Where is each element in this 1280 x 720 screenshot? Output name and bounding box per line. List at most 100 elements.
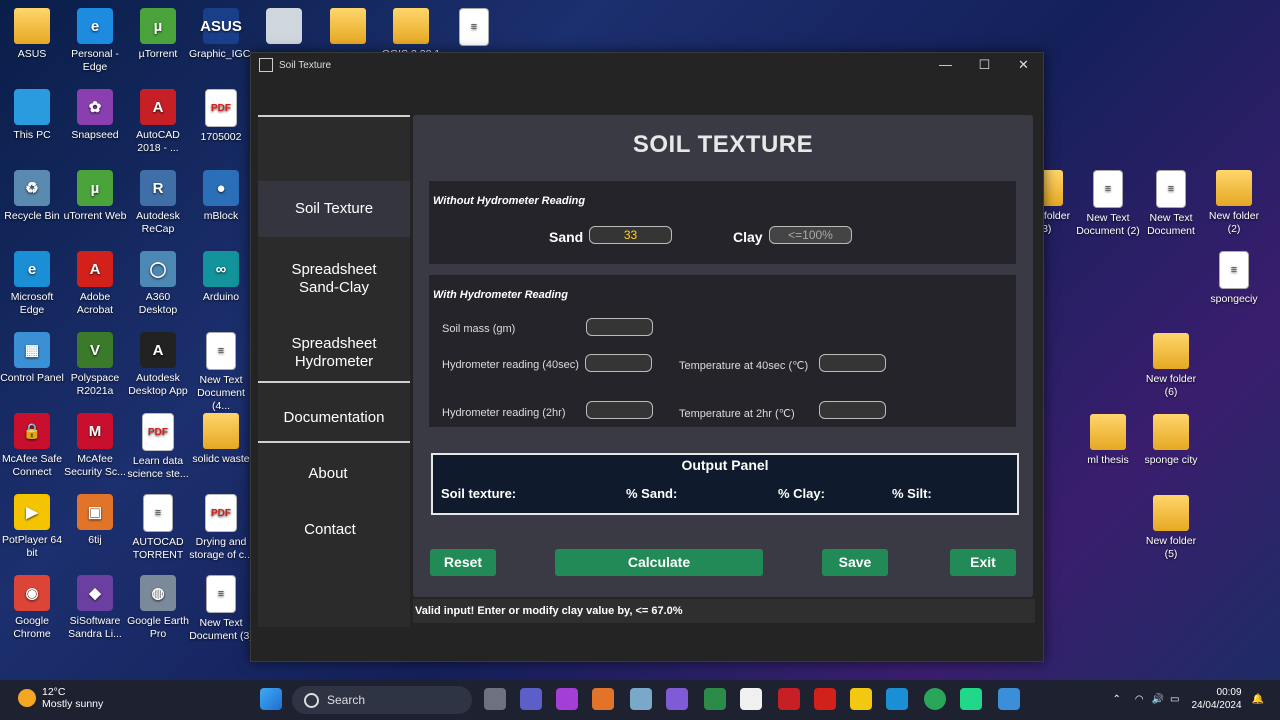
app-icon: 🔒 xyxy=(14,413,50,449)
document-icon[interactable] xyxy=(740,688,762,710)
app-circle-icon[interactable] xyxy=(924,688,946,710)
desktop-icon[interactable]: A Adobe Acrobat xyxy=(63,251,127,317)
pycharm-icon[interactable] xyxy=(960,688,982,710)
desktop-icon[interactable]: ml thesis xyxy=(1076,414,1140,467)
clay-input[interactable]: <=100% xyxy=(769,226,852,244)
teams-icon[interactable] xyxy=(520,688,542,710)
desktop-icon[interactable] xyxy=(316,8,380,48)
desktop-icon[interactable]: A AutoCAD 2018 - ... xyxy=(126,89,190,155)
desktop-icon-label: Autodesk ReCap xyxy=(136,210,180,235)
desktop-icon[interactable]: ▣ 6tij xyxy=(63,494,127,547)
hydrometer-2hr-input[interactable] xyxy=(586,401,653,419)
desktop-icon[interactable]: ≡ New Text Document (3) xyxy=(189,575,253,643)
desktop-icon[interactable]: New folder (5) xyxy=(1139,495,1203,561)
wifi-icon[interactable]: ◠ xyxy=(1135,694,1144,705)
desktop-icon[interactable]: ▶ PotPlayer 64 bit xyxy=(0,494,64,560)
save-button[interactable]: Save xyxy=(822,549,888,576)
pdf-reader-icon[interactable] xyxy=(814,688,836,710)
sidebar-item-soil-texture[interactable]: Soil Texture xyxy=(258,181,410,237)
desktop-icon[interactable]: ASUS xyxy=(0,8,64,61)
weather-widget[interactable]: 12°C Mostly sunny xyxy=(18,686,103,710)
desktop-icon[interactable]: e Personal - Edge xyxy=(63,8,127,74)
desktop-icon[interactable]: A Autodesk Desktop App xyxy=(126,332,190,398)
desktop-icon[interactable]: ◆ SiSoftware Sandra Li... xyxy=(63,575,127,641)
desktop-icon[interactable]: sponge city xyxy=(1139,414,1203,467)
autocad-icon[interactable] xyxy=(778,688,800,710)
desktop-icon[interactable]: ≡ AUTOCAD TORRENT xyxy=(126,494,190,562)
hydrometer-40sec-input[interactable] xyxy=(585,354,652,372)
without-hydrometer-panel: Without Hydrometer Reading Sand 33 Clay … xyxy=(429,181,1016,264)
notes-icon[interactable] xyxy=(666,688,688,710)
python-app-icon[interactable] xyxy=(998,688,1020,710)
desktop-icon[interactable]: ▦ Control Panel xyxy=(0,332,64,385)
app-icon: ◯ xyxy=(140,251,176,287)
sand-input[interactable]: 33 xyxy=(589,226,672,244)
sidebar-item-about[interactable]: About xyxy=(252,465,404,483)
desktop-icon[interactable]: ASUS Graphic_IGC... xyxy=(189,8,259,61)
maximize-button[interactable]: ☐ xyxy=(965,57,1004,73)
desktop-icon[interactable]: ∞ Arduino xyxy=(189,251,253,304)
desktop-icon[interactable]: ≡ New Text Document (4... xyxy=(189,332,253,413)
reset-button[interactable]: Reset xyxy=(430,549,496,576)
desktop-icon[interactable]: PDF Learn data science ste... xyxy=(126,413,190,481)
desktop-icon[interactable]: ◉ Google Chrome xyxy=(0,575,64,641)
desktop-icon[interactable]: ≡ New Text Document (2) xyxy=(1076,170,1140,238)
folder-icon xyxy=(14,8,50,44)
desktop-icon[interactable] xyxy=(252,8,316,48)
desktop-icon[interactable]: PDF 1705002 xyxy=(189,89,253,144)
chevron-up-icon[interactable]: ⌃ xyxy=(1112,694,1120,705)
sidebar-divider xyxy=(258,441,410,443)
desktop-icon[interactable]: ✿ Snapseed xyxy=(63,89,127,142)
app-icon: R xyxy=(140,170,176,206)
temperature-40sec-input[interactable] xyxy=(819,354,886,372)
folder-icon xyxy=(1153,414,1189,450)
desktop-icon[interactable]: µ uTorrent Web xyxy=(63,170,127,223)
notification-icon[interactable]: 🔔 xyxy=(1252,694,1264,705)
desktop-icon-label: Control Panel xyxy=(0,372,64,384)
photos-icon[interactable] xyxy=(630,688,652,710)
desktop-icon[interactable]: ≡ spongeciy xyxy=(1202,251,1266,306)
with-hydrometer-title: With Hydrometer Reading xyxy=(433,289,568,301)
edge-icon[interactable] xyxy=(886,688,908,710)
desktop-icon[interactable]: 🔒 McAfee Safe Connect xyxy=(0,413,64,479)
close-button[interactable]: ✕ xyxy=(1004,57,1043,73)
desktop-icon-label: PotPlayer 64 bit xyxy=(1,534,63,559)
sidebar-item-spreadsheet-hydrometer[interactable]: Spreadsheet Hydrometer xyxy=(258,335,410,371)
desktop-icon[interactable]: This PC xyxy=(0,89,64,142)
temperature-2hr-input[interactable] xyxy=(819,401,886,419)
soil-mass-input[interactable] xyxy=(586,318,653,336)
desktop-icon[interactable]: ◍ Google Earth Pro xyxy=(126,575,190,641)
output-panel-title: Output Panel xyxy=(681,457,769,473)
desktop-icon[interactable]: µ µTorrent xyxy=(126,8,190,61)
desktop-icon[interactable]: New folder (2) xyxy=(1202,170,1266,236)
search-app-icon[interactable] xyxy=(704,688,726,710)
volume-icon[interactable]: 🔊 xyxy=(1152,694,1164,705)
windows-start-icon[interactable] xyxy=(260,688,282,710)
title-bar[interactable]: Soil Texture — ☐ ✕ xyxy=(251,53,1043,77)
powerbi-icon[interactable] xyxy=(850,688,872,710)
messenger-icon[interactable] xyxy=(556,688,578,710)
minimize-button[interactable]: — xyxy=(926,57,965,73)
desktop-icon[interactable]: ♻ Recycle Bin xyxy=(0,170,64,223)
desktop-icon[interactable]: M McAfee Security Sc... xyxy=(63,413,127,479)
desktop-icon[interactable]: ≡ New Text Document xyxy=(1139,170,1203,238)
battery-icon[interactable]: ▭ xyxy=(1170,694,1179,705)
clay-percent-output: % Clay: xyxy=(778,486,825,501)
exit-button[interactable]: Exit xyxy=(950,549,1016,576)
desktop-icon[interactable]: solidc waste xyxy=(189,413,253,466)
desktop-icon[interactable]: PDF Drying and storage of c... xyxy=(189,494,253,562)
desktop-icon[interactable]: New folder (6) xyxy=(1139,333,1203,399)
desktop-icon[interactable]: V Polyspace R2021a xyxy=(63,332,127,398)
sidebar-item-documentation[interactable]: Documentation xyxy=(258,409,410,427)
sidebar-item-spreadsheet-sand-clay[interactable]: Spreadsheet Sand-Clay xyxy=(258,261,410,297)
desktop-icon[interactable]: ◯ A360 Desktop xyxy=(126,251,190,317)
calculate-button[interactable]: Calculate xyxy=(555,549,763,576)
desktop-icon[interactable]: R Autodesk ReCap xyxy=(126,170,190,236)
desktop-icon[interactable]: e Microsoft Edge xyxy=(0,251,64,317)
matlab-icon[interactable] xyxy=(592,688,614,710)
task-view-icon[interactable] xyxy=(484,688,506,710)
search-box[interactable]: Search xyxy=(292,686,472,714)
clock[interactable]: 00:09 24/04/2024 xyxy=(1191,686,1241,712)
sidebar-item-contact[interactable]: Contact xyxy=(254,521,406,539)
desktop-icon[interactable]: ● mBlock xyxy=(189,170,253,223)
